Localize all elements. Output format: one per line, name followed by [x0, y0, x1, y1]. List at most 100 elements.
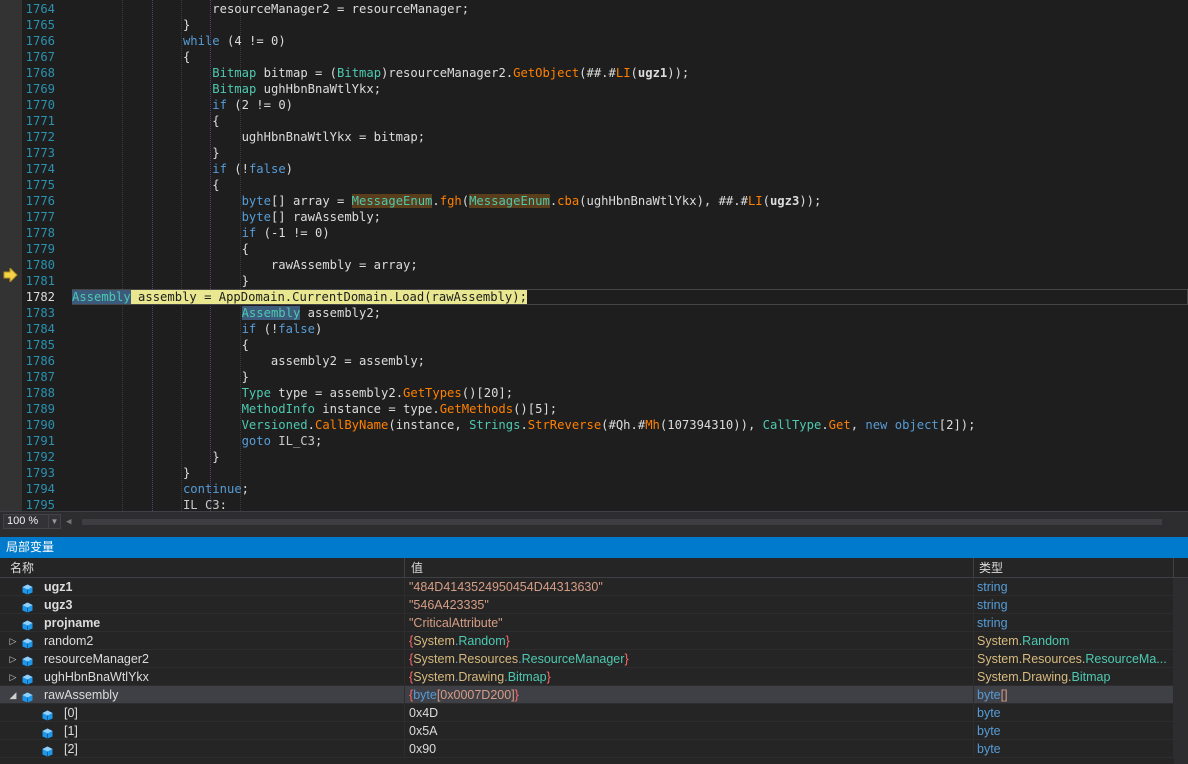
variable-value[interactable]: 0x90 — [409, 740, 436, 758]
locals-row[interactable]: [1] 0x5A byte — [0, 722, 1188, 740]
panel-title[interactable]: 局部变量 — [0, 537, 1188, 558]
code-line[interactable]: 1772 ughHbnBnaWtlYkx = bitmap; — [22, 129, 1188, 145]
code-text[interactable]: } — [212, 449, 219, 465]
code-line[interactable]: 1769 Bitmap ughHbnBnaWtlYkx; — [22, 81, 1188, 97]
vertical-scrollbar[interactable] — [1174, 578, 1188, 764]
code-line[interactable]: 1771 { — [22, 113, 1188, 129]
code-line[interactable]: 1784 if (!false) — [22, 321, 1188, 337]
column-header-value[interactable]: 值 — [411, 558, 423, 578]
code-line[interactable]: 1785 { — [22, 337, 1188, 353]
variable-value[interactable]: "CriticalAttribute" — [409, 614, 503, 632]
code-line[interactable]: 1774 if (!false) — [22, 161, 1188, 177]
code-text[interactable]: Assembly assembly2; — [241, 305, 381, 321]
code-line[interactable]: 1795 IL_C3: — [22, 497, 1188, 511]
code-text[interactable]: } — [242, 369, 249, 385]
code-text[interactable]: } — [212, 145, 219, 161]
code-line[interactable]: 1768 Bitmap bitmap = (Bitmap)resourceMana… — [22, 65, 1188, 81]
indicator-margin[interactable] — [0, 0, 22, 511]
code-text[interactable]: } — [183, 17, 190, 33]
column-header-type[interactable]: 类型 — [979, 558, 1003, 578]
code-text[interactable]: { — [242, 241, 249, 257]
code-line[interactable]: 1781} — [22, 273, 1188, 289]
code-text[interactable]: byte[] array = MessageEnum.fgh(MessageEn… — [242, 193, 821, 209]
chevron-down-icon[interactable]: ▼ — [48, 515, 60, 528]
expand-icon[interactable]: ▷ — [8, 632, 18, 650]
code-text[interactable]: } — [242, 273, 249, 289]
variable-value[interactable]: 0x5A — [409, 722, 438, 740]
code-editor[interactable]: 1764 resourceManager2 = resourceManager; 1… — [0, 0, 1188, 511]
scroll-left-icon[interactable]: ◀ — [66, 517, 71, 527]
locals-row[interactable]: [2] 0x90 byte — [0, 740, 1188, 758]
code-line[interactable]: 1787} — [22, 369, 1188, 385]
collapse-icon[interactable]: ◢ — [8, 686, 18, 704]
column-divider[interactable] — [973, 558, 974, 578]
locals-row[interactable]: ▷ resourceManager2 {System.Resources.Resou… — [0, 650, 1188, 668]
code-text[interactable]: Assembly assembly = AppDomain.CurrentDom… — [72, 289, 527, 305]
code-text[interactable]: assembly2 = assembly; — [271, 353, 425, 369]
code-text[interactable]: goto IL_C3; — [242, 433, 323, 449]
locals-row[interactable]: ▷ random2 {System.Random} System.Random — [0, 632, 1188, 650]
code-text[interactable]: Bitmap bitmap = (Bitmap)resourceManager2… — [212, 65, 689, 81]
code-line[interactable]: 1792} — [22, 449, 1188, 465]
variable-value[interactable]: {System.Resources.ResourceManager} — [409, 650, 629, 668]
scrollbar-thumb[interactable] — [82, 519, 1162, 525]
variable-value[interactable]: 0x4D — [409, 704, 438, 722]
code-line[interactable]: 1778 if (-1 != 0) — [22, 225, 1188, 241]
locals-row[interactable]: ugz3 "546A423335" string — [0, 596, 1188, 614]
code-text[interactable]: { — [183, 49, 190, 65]
code-line[interactable]: 1793} — [22, 465, 1188, 481]
code-text[interactable]: Type type = assembly2.GetTypes()[20]; — [242, 385, 514, 401]
code-line[interactable]: 1786 assembly2 = assembly; — [22, 353, 1188, 369]
locals-row[interactable]: projname "CriticalAttribute" string — [0, 614, 1188, 632]
code-text[interactable]: IL_C3: — [183, 497, 227, 511]
code-text[interactable]: { — [212, 113, 219, 129]
variable-value[interactable]: {System.Random} — [409, 632, 510, 650]
code-text[interactable]: resourceManager2 = resourceManager; — [212, 1, 469, 17]
column-divider[interactable] — [1173, 558, 1174, 578]
code-text[interactable]: while (4 != 0) — [183, 33, 286, 49]
code-line[interactable]: 1773} — [22, 145, 1188, 161]
code-text[interactable]: ughHbnBnaWtlYkx = bitmap; — [242, 129, 425, 145]
code-line[interactable]: 1764 resourceManager2 = resourceManager; — [22, 1, 1188, 17]
code-text[interactable]: } — [183, 465, 190, 481]
code-line[interactable]: 1776 byte[] array = MessageEnum.fgh(Messa… — [22, 193, 1188, 209]
code-text[interactable]: Versioned.CallByName(instance, Strings.S… — [242, 417, 976, 433]
code-text[interactable]: { — [212, 177, 219, 193]
locals-row[interactable]: ◢ rawAssembly {byte[0x0007D200]} byte[] — [0, 686, 1188, 704]
variable-value[interactable]: {byte[0x0007D200]} — [409, 686, 519, 704]
current-statement-line[interactable]: 1782 Assembly assembly = AppDomain.Curren… — [26, 289, 1188, 305]
locals-row[interactable]: ▷ ughHbnBnaWtlYkx {System.Drawing.Bitmap} S… — [0, 668, 1188, 686]
code-text[interactable]: MethodInfo instance = type.GetMethods()[… — [242, 401, 558, 417]
code-text[interactable]: continue; — [183, 481, 249, 497]
code-line[interactable]: 1783 Assembly assembly2; — [22, 305, 1188, 321]
code-text[interactable]: Bitmap ughHbnBnaWtlYkx; — [212, 81, 381, 97]
code-text[interactable]: { — [242, 337, 249, 353]
column-header-name[interactable]: 名称 — [10, 558, 34, 578]
code-text[interactable]: byte[] rawAssembly; — [242, 209, 381, 225]
code-line[interactable]: 1789 MethodInfo instance = type.GetMethod… — [22, 401, 1188, 417]
expand-icon[interactable]: ▷ — [8, 650, 18, 668]
code-line[interactable]: 1791 goto IL_C3; — [22, 433, 1188, 449]
code-text[interactable]: rawAssembly = array; — [271, 257, 418, 273]
variable-value[interactable]: {System.Drawing.Bitmap} — [409, 668, 551, 686]
expand-icon[interactable]: ▷ — [8, 668, 18, 686]
zoom-dropdown[interactable]: 100 % ▼ — [3, 514, 61, 529]
code-line[interactable]: 1775 { — [22, 177, 1188, 193]
code-line[interactable]: 1767 { — [22, 49, 1188, 65]
column-divider[interactable] — [404, 558, 405, 578]
code-line[interactable]: 1790 Versioned.CallByName(instance, Strin… — [22, 417, 1188, 433]
code-line[interactable]: 1779 { — [22, 241, 1188, 257]
code-line[interactable]: 1770 if (2 != 0) — [22, 97, 1188, 113]
locals-row[interactable]: ugz1 "484D4143524950454D44313630" string — [0, 578, 1188, 596]
code-lines[interactable]: 1764 resourceManager2 = resourceManager; 1… — [22, 0, 1188, 511]
code-line[interactable]: 1788 Type type = assembly2.GetTypes()[20]… — [22, 385, 1188, 401]
code-text[interactable]: if (2 != 0) — [212, 97, 293, 113]
code-line[interactable]: 1780 rawAssembly = array; — [22, 257, 1188, 273]
variable-value[interactable]: "484D4143524950454D44313630" — [409, 578, 603, 596]
horizontal-scrollbar[interactable]: ◀ — [66, 516, 1176, 528]
code-text[interactable]: if (-1 != 0) — [242, 225, 330, 241]
locals-row[interactable]: [0] 0x4D byte — [0, 704, 1188, 722]
code-line[interactable]: 1766 while (4 != 0) — [22, 33, 1188, 49]
variable-value[interactable]: "546A423335" — [409, 596, 489, 614]
code-text[interactable]: if (!false) — [242, 321, 323, 337]
